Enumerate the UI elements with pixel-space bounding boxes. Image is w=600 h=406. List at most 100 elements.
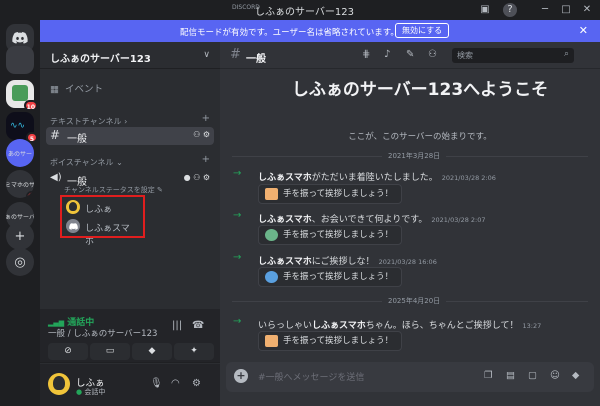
window-title: しふぁのサーバー123 xyxy=(255,7,354,18)
server-icon-3[interactable]: ∿∿ 5 xyxy=(6,112,38,143)
wave-button-label: 手を振って挨拶しましょう！ xyxy=(283,272,394,282)
category-voice-channels[interactable]: ボイスチャンネル ⌄ xyxy=(50,157,123,168)
screen-share-button[interactable]: ▭ xyxy=(90,343,130,360)
wave-sticker-icon xyxy=(265,335,278,347)
server-header[interactable]: しふぁのサーバー123 ∨ xyxy=(40,42,220,69)
sticker-icon[interactable]: ▢ xyxy=(528,370,537,381)
category-label: ボイスチャンネル xyxy=(50,158,114,167)
microphone-icon[interactable]: 🎙︎ xyxy=(150,378,163,389)
help-icon[interactable]: ? xyxy=(503,3,517,17)
system-message: いらっしゃいしふぁスマホちゃん。ほら、ちゃんとご挨拶して！ 13:27 xyxy=(258,318,541,331)
attach-plus-icon[interactable]: + xyxy=(234,369,248,383)
hash-icon: # xyxy=(50,128,61,142)
chat-area: # 一般 ⋕ ♪ ✎ ⚇ 検索 ⌕ しふぁのサーバー123へようこそ ここが、こ… xyxy=(220,42,600,406)
wave-sticker-icon xyxy=(265,271,278,283)
mention-badge: 1 xyxy=(26,191,34,198)
wave-button[interactable]: 手を振って挨拶しましょう！ xyxy=(258,225,403,245)
server-icon-4[interactable]: あのサー xyxy=(6,139,34,167)
search-placeholder: 検索 xyxy=(457,51,473,60)
events-link[interactable]: ▦ イベント xyxy=(50,81,103,95)
server-icon-5[interactable]: ミマホのサ 1 xyxy=(6,170,34,198)
headphones-icon[interactable]: ◠ xyxy=(171,378,180,389)
channel-settings-icon[interactable]: ⚇ ⚙ xyxy=(193,130,210,139)
disable-streamer-mode-button[interactable]: 無効にする xyxy=(395,23,450,38)
wave-button[interactable]: 手を振って挨拶しましょう！ xyxy=(258,267,403,287)
welcome-title: しふぁのサーバー123へようこそ xyxy=(291,80,549,100)
soundboard-button[interactable]: ✦ xyxy=(174,343,214,360)
gif-icon[interactable]: ▤ xyxy=(506,370,515,381)
channel-title: 一般 xyxy=(246,54,266,65)
chat-header: # 一般 ⋕ ♪ ✎ ⚇ 検索 ⌕ xyxy=(220,42,600,69)
wave-sticker-icon xyxy=(265,229,278,241)
message-author[interactable]: しふぁスマホ xyxy=(312,321,366,331)
chevron-down-icon: ∨ xyxy=(203,50,210,60)
add-text-channel-icon[interactable]: + xyxy=(202,113,210,124)
discover-servers-button[interactable]: ◎ xyxy=(6,248,34,276)
system-message: しふぁスマホ、お会いできて何よりです。 2021/03/28 2:07 xyxy=(258,212,486,225)
wave-button[interactable]: 手を振って挨拶しましょう！ xyxy=(258,184,403,204)
message-time: 2021/03/28 2:07 xyxy=(431,216,486,224)
member-list-icon[interactable]: ⚇ xyxy=(428,49,437,60)
voice-channel-actions-icon[interactable]: ● ⚇ ⚙ xyxy=(184,173,210,182)
emoji-icon[interactable]: ☺ xyxy=(550,370,560,381)
search-icon: ⌕ xyxy=(563,49,569,59)
system-message: しふぁスマホがただいま着陸いたしました。 2021/03/28 2:06 xyxy=(258,170,496,183)
search-input[interactable]: 検索 ⌕ xyxy=(452,48,574,63)
activity-button[interactable]: ◆ xyxy=(132,343,172,360)
message-input[interactable]: + #一般へメッセージを送信 ❐ ▤ ▢ ☺ ◆ xyxy=(226,362,594,392)
events-label: イベント xyxy=(64,84,103,95)
user-status: ● 会話中 xyxy=(76,387,105,397)
inbox-icon[interactable]: ▣ xyxy=(478,3,492,17)
voice-status-prompt[interactable]: チャンネルステータスを設定 ✎ xyxy=(64,185,163,195)
user-settings-icon[interactable]: ⚙ xyxy=(192,378,201,389)
signal-icon: ▂▄▆ xyxy=(48,319,65,327)
title-bar: DISCORD しふぁのサーバー123 ▣ ? ─ □ ✕ xyxy=(0,0,600,20)
category-text-channels[interactable]: テキストチャンネル › xyxy=(50,116,127,127)
gift-icon[interactable]: ❐ xyxy=(484,370,493,381)
welcome-subtitle: ここが、このサーバーの始まりです。 xyxy=(348,132,492,142)
threads-icon[interactable]: ⋕ xyxy=(362,49,370,60)
add-voice-channel-icon[interactable]: + xyxy=(202,154,210,165)
wave-button-label: 手を振って挨拶しましょう！ xyxy=(283,230,394,240)
speaker-icon: ◀) xyxy=(50,172,62,183)
message-time: 2021/03/28 16:06 xyxy=(378,258,437,266)
message-placeholder: #一般へメッセージを送信 xyxy=(258,373,365,383)
message-prefix: いらっしゃい xyxy=(258,321,313,331)
message-author[interactable]: しふぁスマホ xyxy=(258,173,312,183)
waveform-icon: ∿∿ xyxy=(10,121,26,131)
date-divider: 2025年4月20日 xyxy=(232,296,588,306)
user-status-text: 会話中 xyxy=(84,388,106,396)
date-divider: 2021年3月28日 xyxy=(232,151,588,161)
join-arrow-icon: → xyxy=(233,252,242,263)
message-text: にご挨拶しな！ xyxy=(311,257,375,267)
minimize-button[interactable]: ─ xyxy=(538,3,552,17)
highlight-annotation xyxy=(60,195,145,238)
date-label: 2025年4月20日 xyxy=(382,296,447,306)
system-message: しふぁスマホにご挨拶しな！ 2021/03/28 16:06 xyxy=(258,254,437,267)
pin-icon[interactable]: ✎ xyxy=(406,49,414,60)
wave-button[interactable]: 手を振って挨拶しましょう！ xyxy=(258,331,403,351)
server-icon-1[interactable] xyxy=(6,46,34,74)
maximize-button[interactable]: □ xyxy=(559,3,573,17)
voice-connected-panel: ▂▄▆ 通話中 一般 / しふぁのサーバー123 ||| ☎ ⊘ ▭ ◆ ✦ xyxy=(40,309,220,363)
message-time: 2021/03/28 2:06 xyxy=(441,174,496,182)
voice-location[interactable]: 一般 / しふぁのサーバー123 xyxy=(48,327,157,339)
apps-icon[interactable]: ◆ xyxy=(572,370,579,381)
wave-button-label: 手を振って挨拶しましょう！ xyxy=(283,189,394,199)
mention-badge: 10 xyxy=(23,100,38,111)
close-window-button[interactable]: ✕ xyxy=(580,3,594,17)
camera-off-button[interactable]: ⊘ xyxy=(48,343,88,360)
server-art-icon xyxy=(12,85,28,101)
message-author[interactable]: しふぁスマホ xyxy=(258,215,312,225)
avatar[interactable] xyxy=(48,373,70,395)
channel-general-text[interactable]: # 一般 ⚇ ⚙ xyxy=(46,127,214,145)
message-author[interactable]: しふぁスマホ xyxy=(258,257,312,267)
disconnect-icon[interactable]: ☎ xyxy=(192,320,204,331)
banner-close-icon[interactable]: ✕ xyxy=(579,24,588,37)
bell-icon[interactable]: ♪ xyxy=(384,49,390,60)
date-label: 2021年3月28日 xyxy=(382,151,447,161)
server-rail: 10 ∿∿ 5 あのサー ミマホのサ 1 ぁのサーバ + ◎ xyxy=(0,20,40,406)
add-server-button[interactable]: + xyxy=(6,222,34,250)
server-icon-2[interactable]: 10 xyxy=(6,80,38,111)
noise-suppression-icon[interactable]: ||| xyxy=(172,320,182,331)
